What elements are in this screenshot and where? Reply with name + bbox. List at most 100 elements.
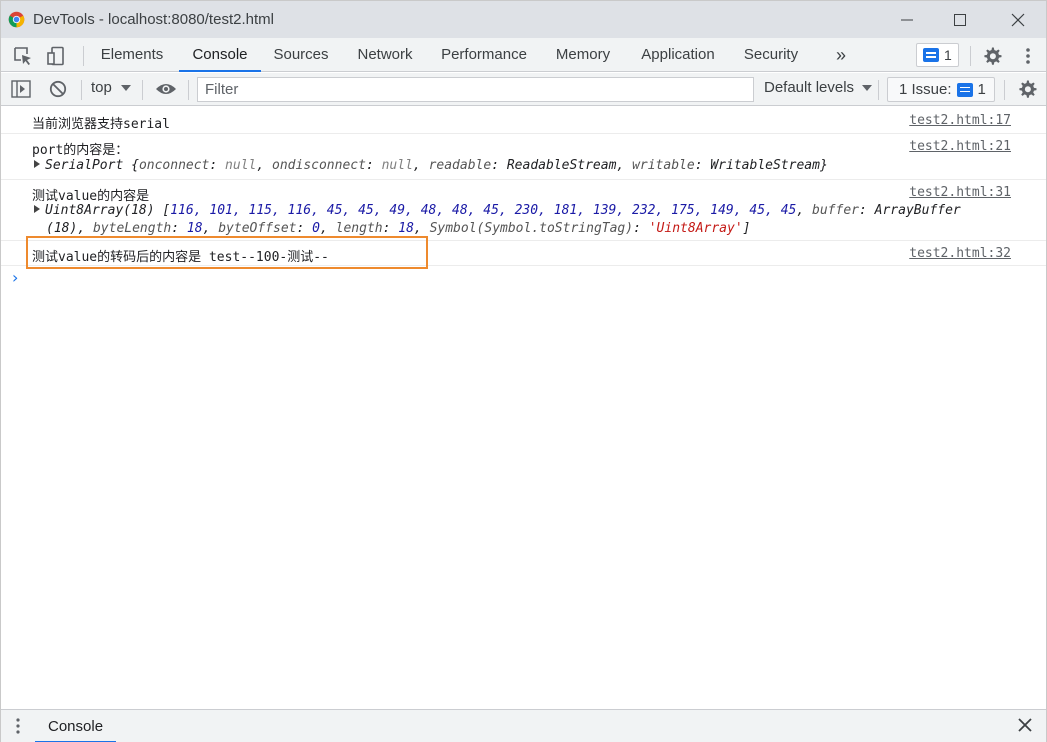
- maximize-button[interactable]: [937, 1, 983, 38]
- context-selector[interactable]: top: [91, 79, 132, 96]
- title-bar: DevTools - localhost:8080/test2.html: [1, 1, 1046, 38]
- close-drawer-button[interactable]: [1018, 718, 1032, 735]
- prop-key: Symbol(Symbol.toStringTag): [429, 221, 634, 236]
- close-window-button[interactable]: [995, 1, 1041, 38]
- minimize-button[interactable]: [884, 1, 930, 38]
- prop-value: ReadableStream: [506, 158, 617, 173]
- prop-key: buffer: [812, 203, 859, 218]
- prop-value: ArrayBuffer: [874, 203, 961, 218]
- message-text: 测试value的内容是: [32, 189, 150, 204]
- prop-key: length: [335, 221, 383, 236]
- prop-value: 18: [398, 221, 414, 236]
- prop-value: WritableStream: [710, 158, 820, 173]
- prop-key: ondisconnect: [272, 158, 366, 173]
- console-message: 当前浏览器支持serial test2.html:17: [1, 107, 1046, 134]
- window-title: DevTools - localhost:8080/test2.html: [33, 11, 274, 28]
- context-value: top: [91, 79, 112, 96]
- tab-console[interactable]: Console: [179, 38, 261, 72]
- console-messages: 当前浏览器支持serial test2.html:17 port的内容是： te…: [1, 107, 1046, 707]
- chrome-icon: [8, 11, 25, 28]
- live-expression-button[interactable]: [154, 79, 178, 99]
- sidebar-toggle-icon: [11, 80, 31, 98]
- dropdown-arrow-icon: [121, 85, 132, 91]
- expand-triangle-icon[interactable]: [34, 205, 40, 213]
- log-levels-dropdown[interactable]: Default levels: [764, 79, 873, 96]
- close-icon: [1011, 13, 1025, 26]
- tab-sources[interactable]: Sources: [269, 38, 333, 72]
- dropdown-arrow-icon: [862, 85, 873, 91]
- inspect-icon: [14, 47, 31, 65]
- tab-elements[interactable]: Elements: [96, 38, 168, 72]
- close-icon: [1018, 718, 1032, 732]
- separator: [83, 46, 84, 66]
- separator: [142, 80, 143, 100]
- maximize-icon: [954, 13, 966, 26]
- prop-value: null: [381, 158, 413, 173]
- separator: [81, 80, 82, 100]
- tab-network[interactable]: Network: [350, 38, 420, 72]
- settings-button[interactable]: [982, 46, 1002, 66]
- console-prompt[interactable]: ›: [12, 268, 18, 287]
- filter-input[interactable]: [197, 77, 754, 102]
- message-icon: [956, 82, 973, 97]
- tab-memory[interactable]: Memory: [549, 38, 617, 72]
- source-link[interactable]: test2.html:17: [909, 113, 1011, 128]
- messages-badge-button[interactable]: 1: [916, 43, 959, 67]
- issues-count: 1: [977, 81, 986, 98]
- tab-application[interactable]: Application: [635, 38, 721, 72]
- console-message: port的内容是： test2.html:21 SerialPort {onco…: [1, 134, 1046, 180]
- prop-key: onconnect: [138, 158, 210, 173]
- kebab-menu-icon: [16, 718, 20, 734]
- tab-security[interactable]: Security: [738, 38, 804, 72]
- prop-key: byteLength: [92, 221, 172, 236]
- expand-triangle-icon[interactable]: [34, 160, 40, 168]
- object-class: Uint8Array(18): [45, 203, 155, 218]
- object-class: SerialPort: [45, 158, 124, 173]
- messages-count: 1: [944, 47, 952, 63]
- more-options-button[interactable]: [1018, 46, 1038, 66]
- source-link[interactable]: test2.html:32: [909, 246, 1011, 261]
- uint8array-object-continued: (18), byteLength: 18, byteOffset: 0, len…: [46, 221, 751, 236]
- source-link[interactable]: test2.html:31: [909, 185, 1011, 200]
- separator: [188, 80, 189, 100]
- tab-performance[interactable]: Performance: [437, 38, 531, 72]
- inspect-element-button[interactable]: [13, 46, 33, 66]
- prop-value: null: [225, 158, 257, 173]
- prop-value: 'Uint8Array': [648, 221, 743, 236]
- drawer-tab-console[interactable]: Console: [35, 710, 117, 742]
- message-text: 当前浏览器支持serial: [32, 117, 170, 132]
- minimize-icon: [901, 19, 913, 20]
- prop-key: byteOffset: [218, 221, 297, 236]
- prop-value: 0: [312, 221, 320, 236]
- more-tabs-button[interactable]: »: [829, 38, 853, 72]
- uint8array-object[interactable]: Uint8Array(18) [116, 101, 115, 116, 45, …: [34, 203, 961, 218]
- array-values: 116, 101, 115, 116, 45, 45, 49, 48, 48, …: [170, 203, 797, 218]
- clear-console-button[interactable]: [48, 79, 68, 99]
- issues-label: 1 Issue:: [899, 81, 952, 98]
- gear-icon: [984, 47, 1002, 65]
- log-levels-label: Default levels: [764, 79, 855, 96]
- serialport-object[interactable]: SerialPort {onconnect: null, ondisconnec…: [34, 158, 828, 173]
- issues-button[interactable]: 1 Issue: 1: [887, 77, 995, 102]
- separator: [970, 46, 971, 66]
- block-icon: [49, 80, 67, 98]
- drawer-bar: Console: [1, 709, 1046, 742]
- kebab-menu-icon: [1026, 48, 1030, 64]
- gear-icon: [1019, 80, 1037, 98]
- highlight-box: [26, 236, 428, 269]
- device-toolbar-button[interactable]: [46, 46, 66, 66]
- eye-icon: [156, 84, 176, 94]
- message-text: port的内容是：: [32, 143, 129, 158]
- console-toolbar: top Default levels 1 Issue: 1: [1, 73, 1046, 106]
- show-sidebar-button[interactable]: [11, 79, 31, 99]
- prop-key: writable: [632, 158, 695, 173]
- drawer-menu-button[interactable]: [16, 718, 20, 737]
- console-message: 测试value的内容是 test2.html:31 Uint8Array(18)…: [1, 180, 1046, 241]
- panel-tabs-bar: Elements Console Sources Network Perform…: [1, 38, 1046, 72]
- device-icon: [47, 46, 64, 66]
- source-link[interactable]: test2.html:21: [909, 139, 1011, 154]
- prop-value: 18: [186, 221, 203, 236]
- console-settings-button[interactable]: [1017, 79, 1037, 99]
- prop-value: (18): [46, 221, 78, 236]
- separator: [878, 80, 879, 100]
